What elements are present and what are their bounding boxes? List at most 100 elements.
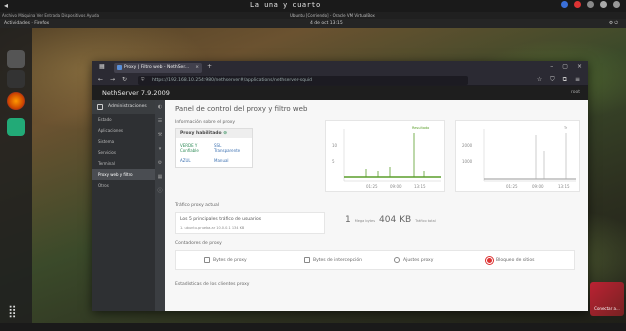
back-icon[interactable]: ←: [98, 76, 103, 83]
chart1-xtick-2: 13:15: [414, 184, 426, 189]
user-menu[interactable]: root: [571, 90, 580, 95]
rail-dashboard-icon[interactable]: ◐: [155, 100, 165, 114]
clock-title: La una y cuarto: [250, 1, 321, 9]
url-bar[interactable]: ⛨ https://192.168.10.254:980/nethserver#…: [138, 75, 468, 85]
hamburger-menu-icon[interactable]: ≡: [575, 76, 580, 84]
chart1-ytick-1: 5: [332, 159, 335, 164]
dock: ⣿: [0, 28, 32, 331]
files-icon[interactable]: [7, 50, 25, 68]
counter-label-2: Ajustes proxy: [403, 257, 434, 263]
chart-proxy-results: 10 5 01:25 09:00 13:15 Resultado: [325, 120, 445, 192]
stats-label: Estadísticas de los clientes proxy: [175, 282, 250, 287]
close-window-icon[interactable]: ×: [577, 63, 582, 70]
counter-proxy-settings: Ajustes proxy: [394, 257, 433, 263]
sidebar-item-aplicaciones[interactable]: Aplicaciones: [92, 125, 155, 136]
page-title: Panel de control del proxy y filtro web: [175, 105, 308, 113]
top-users-entry: 1. ubuntu.prueba.ar 10.0.0.1 134 KB: [180, 226, 245, 230]
chart2-ytick-1: 1000: [462, 159, 473, 164]
counters-row: Bytes de proxy Bytes de intercepción Aju…: [175, 250, 575, 270]
app-header: NethServer 7.9.2009 root: [92, 86, 588, 100]
cube-icon: [204, 257, 210, 263]
url-text: https://192.168.10.254:980/nethserver#/a…: [152, 77, 312, 83]
bookmark-icon[interactable]: ☆: [537, 76, 542, 84]
toolbar-icons: ☆ ⛉ ⧉ ≡: [537, 76, 580, 84]
chart2-xtick-1: 09:00: [532, 184, 544, 189]
app-menu-icon[interactable]: ◂: [4, 1, 8, 10]
icon-rail: ◐ ☰ ⚒ ▾ ⚙ ▦ ⓘ: [155, 100, 165, 311]
rail-settings-icon[interactable]: ⚙: [155, 156, 165, 170]
chart-traffic: 2000 1000 01:25 09:00 13:15 Tr: [455, 120, 580, 192]
sidebar-item-estado[interactable]: Estado: [92, 114, 155, 125]
rail-info-icon[interactable]: ⓘ: [155, 184, 165, 198]
connect-label: Conectar a...: [594, 306, 620, 311]
network-icon[interactable]: [561, 1, 568, 8]
counter-label-3: Bloqueo de sitios: [496, 258, 535, 263]
rail-tools-icon[interactable]: ⚒: [155, 128, 165, 142]
rail-filter-icon[interactable]: ▾: [155, 142, 165, 156]
shield-icon[interactable]: ⛨: [141, 76, 144, 85]
block-icon: [486, 257, 493, 264]
firefox-icon[interactable]: [7, 92, 25, 110]
show-apps-icon[interactable]: ⣿: [8, 304, 17, 318]
top-users-card: Los 5 principales tráfico de usuarios 1.…: [175, 212, 325, 234]
settings-icon[interactable]: [587, 1, 594, 8]
forward-icon[interactable]: →: [110, 76, 115, 83]
power-icon[interactable]: [613, 1, 620, 8]
refresh-icon: [394, 257, 400, 263]
extensions-icon[interactable]: ⧉: [563, 76, 567, 84]
top-bar: ◂ La una y cuarto: [0, 0, 626, 12]
nav-bar: ← → ↻ ⛨ https://192.168.10.254:980/neths…: [92, 74, 588, 86]
chart1-legend: Resultado: [412, 126, 429, 130]
mode-ssl: SSL Transparente: [214, 143, 241, 153]
top-users-title: Los 5 principales tráfico de usuarios: [180, 217, 262, 222]
connect-widget[interactable]: Conectar a...: [590, 282, 624, 316]
tray-icons[interactable]: ⚙ ⏻: [609, 19, 618, 28]
pocket-icon[interactable]: ⛉: [550, 76, 555, 84]
check-icon: ⊙: [223, 131, 227, 136]
summary-value: 1: [345, 215, 351, 225]
tab-list-icon[interactable]: ▦: [99, 63, 105, 70]
proxy-enabled-label: Proxy habilitado: [180, 131, 222, 136]
sidebar-header[interactable]: Administraciones: [92, 100, 155, 114]
counter-proxy-bytes: Bytes de proxy: [204, 257, 247, 263]
rail-list-icon[interactable]: ☰: [155, 114, 165, 128]
new-tab-icon[interactable]: +: [207, 63, 212, 70]
activities-bar: Actividades · Firefox 4 de oct 13:15 ⚙ ⏻: [0, 19, 626, 28]
sound-icon[interactable]: [600, 1, 607, 8]
terminal-icon[interactable]: [7, 70, 25, 88]
chart1-xtick-0: 01:25: [366, 184, 378, 189]
counter-label-0: Bytes de proxy: [213, 257, 247, 263]
alert-icon[interactable]: [574, 1, 581, 8]
date-time[interactable]: 4 de oct 13:15: [310, 19, 343, 28]
proxy-status-card: Proxy habilitado ⊙ VERDE Y Confiable SSL…: [175, 128, 253, 168]
summary-mb: 404 KB: [379, 215, 412, 225]
sidebar-item-proxy[interactable]: Proxy web y filtro: [92, 169, 155, 180]
rail-grid-icon[interactable]: ▦: [155, 170, 165, 184]
browser-window: ▦ Proxy | Filtro web - NethSer... × + – …: [92, 61, 588, 311]
minimize-icon[interactable]: –: [550, 63, 553, 70]
sidebar-item-servicios[interactable]: Servicios: [92, 147, 155, 158]
proxy-enabled-header: Proxy habilitado ⊙: [176, 129, 252, 138]
main-content: Panel de control del proxy y filtro web …: [165, 100, 588, 311]
brand-title: NethServer 7.9.2009: [102, 89, 170, 97]
sidebar-item-otros[interactable]: Otros: [92, 180, 155, 191]
sidebar-item-terminal[interactable]: Terminal: [92, 158, 155, 169]
admin-icon: [97, 104, 103, 110]
reload-icon[interactable]: ↻: [122, 76, 127, 83]
maximize-icon[interactable]: ▢: [562, 63, 568, 70]
sidebar-header-label: Administraciones: [108, 104, 147, 109]
sidebar-item-sistema[interactable]: Sistema: [92, 136, 155, 147]
browser-tab[interactable]: Proxy | Filtro web - NethSer... ×: [114, 63, 202, 73]
tab-label: Proxy | Filtro web - NethSer...: [124, 65, 190, 70]
traffic-label: Tráfico proxy actual: [175, 203, 220, 208]
notes-icon[interactable]: [7, 118, 25, 136]
favicon-icon: [117, 65, 122, 70]
vm-menu[interactable]: Archivo Máquina Ver Entrada Dispositivos…: [2, 13, 99, 18]
counters-label: Contadores de proxy: [175, 241, 222, 246]
sidebar: Administraciones Estado Aplicaciones Sis…: [92, 100, 155, 311]
chart2-legend: Tr: [563, 126, 568, 130]
system-tray: [561, 1, 620, 8]
activities-button[interactable]: Actividades · Firefox: [4, 19, 49, 28]
counter-blocked-sites: Bloqueo de sitios: [486, 257, 535, 264]
close-tab-icon[interactable]: ×: [195, 63, 199, 73]
